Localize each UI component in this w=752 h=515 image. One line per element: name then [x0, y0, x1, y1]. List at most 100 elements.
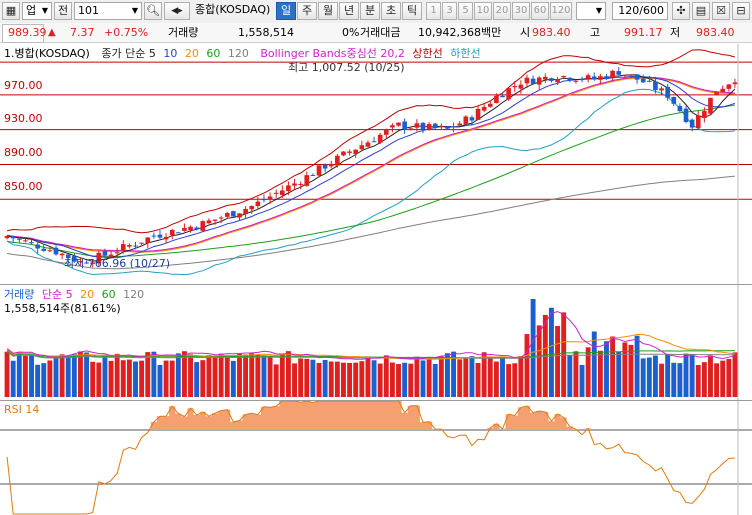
checkbox-icon[interactable]: ☒ — [712, 2, 730, 20]
volume-bar — [604, 341, 609, 397]
candle-body — [127, 244, 132, 247]
volume-bar — [175, 353, 181, 397]
interval-1-button[interactable]: 1 — [426, 2, 441, 20]
candle-body — [426, 123, 432, 129]
grid-menu-icon[interactable]: ▦ — [2, 2, 20, 20]
layout-icon[interactable]: ▤ — [692, 2, 710, 20]
volume-bar — [579, 364, 585, 397]
period-year-button[interactable]: 년 — [339, 2, 359, 20]
candle-body — [524, 77, 530, 84]
candle-body — [640, 78, 646, 83]
low-value: 983.40 — [696, 26, 735, 39]
volume-bar — [536, 325, 542, 397]
volume-bar — [285, 351, 291, 397]
interval-30-button[interactable]: 30 — [512, 2, 530, 20]
volume-bar — [90, 361, 96, 397]
candle-body — [585, 75, 591, 79]
candle-body — [481, 106, 487, 111]
bollinger-lower-line — [6, 88, 735, 276]
volume-bar — [659, 363, 664, 397]
search-icon[interactable]: 🔍︎ — [144, 2, 162, 20]
candle-body — [188, 226, 193, 231]
price-chart[interactable] — [0, 44, 752, 284]
interval-10-button[interactable]: 10 — [474, 2, 492, 20]
volume-bar — [102, 355, 108, 397]
volume-bar — [133, 361, 138, 397]
period-second-button[interactable]: 초 — [381, 2, 401, 20]
volume-bar — [487, 357, 493, 397]
rsi-overbought-fill — [150, 401, 592, 430]
volume-value: 1,558,514 — [238, 26, 294, 39]
interval-60-button[interactable]: 60 — [531, 2, 549, 20]
volume-bar — [71, 354, 77, 397]
volume-bar — [212, 357, 218, 397]
interval-5-button[interactable]: 5 — [458, 2, 473, 20]
volume-bar — [567, 355, 573, 397]
interval-20-button[interactable]: 20 — [493, 2, 511, 20]
y-tick-label: 890.00 — [4, 146, 43, 159]
lock-icon[interactable]: ⊟ — [732, 2, 750, 20]
volume-bar — [597, 350, 603, 397]
volume-bar — [206, 355, 212, 397]
chevron-down-icon: ▼ — [131, 6, 138, 15]
interval-120-button[interactable]: 120 — [550, 2, 572, 20]
candle-body — [273, 192, 279, 194]
volume-bar — [334, 361, 340, 397]
candle-body — [530, 78, 536, 84]
volume-bar — [304, 358, 310, 397]
period-week-button[interactable]: 주 — [297, 2, 317, 20]
candle-body — [383, 129, 389, 135]
volume-bar — [224, 357, 230, 397]
candle-body — [359, 145, 365, 150]
volume-bar — [591, 331, 597, 397]
fit-icon[interactable]: ✣ — [672, 2, 690, 20]
candle-body — [579, 79, 585, 81]
volume-bar — [720, 360, 726, 397]
volume-bar — [463, 357, 469, 397]
volume-bar — [695, 364, 701, 397]
candle-body — [176, 232, 181, 234]
candle-body — [720, 88, 726, 92]
volume-bar — [59, 354, 65, 397]
candle-body — [163, 236, 169, 240]
volume-bar — [714, 363, 720, 397]
period-month-button[interactable]: 월 — [318, 2, 338, 20]
volume-bar — [78, 351, 83, 397]
index-name: 종합(KOSDAQ) — [195, 3, 271, 16]
candle-body — [659, 88, 664, 91]
code-input[interactable]: 101 ▼ — [74, 2, 142, 20]
candle-body — [567, 77, 573, 81]
volume-bar — [341, 362, 346, 397]
market-toggle-button[interactable]: 전 — [54, 2, 72, 20]
candle-body — [695, 115, 701, 129]
volume-bar — [157, 364, 163, 397]
period-minute-button[interactable]: 분 — [360, 2, 380, 20]
candle-body — [298, 184, 303, 186]
volume-bar — [371, 360, 377, 397]
candle-body — [536, 77, 542, 85]
rsi-chart[interactable] — [0, 401, 752, 515]
count-display[interactable]: 120/600 — [612, 2, 668, 20]
period-tick-button[interactable]: 틱 — [402, 2, 422, 20]
volume-bar — [359, 361, 365, 397]
volume-bar — [622, 342, 628, 397]
amount-label: 거래대금 — [360, 26, 401, 39]
interval-3-button[interactable]: 3 — [442, 2, 457, 20]
volume-bar — [108, 360, 114, 397]
candle-body — [347, 151, 352, 153]
candle-body — [279, 190, 285, 196]
period-day-button[interactable]: 일 — [276, 2, 296, 20]
volume-bar — [65, 356, 71, 397]
candle-body — [310, 175, 316, 177]
legend-ma120: 120 — [227, 47, 249, 60]
volume-bar — [96, 362, 102, 397]
candle-body — [689, 119, 695, 128]
volume-bar — [163, 360, 169, 397]
custom-interval-select[interactable]: ▼ — [576, 2, 606, 20]
speaker-icon[interactable]: ◀▸ — [164, 2, 190, 20]
volume-bar — [298, 358, 304, 397]
market-select[interactable]: 업 ▼ — [22, 2, 52, 20]
volume-bar — [732, 352, 738, 397]
candle-body — [212, 219, 218, 221]
candle-body — [451, 126, 456, 128]
